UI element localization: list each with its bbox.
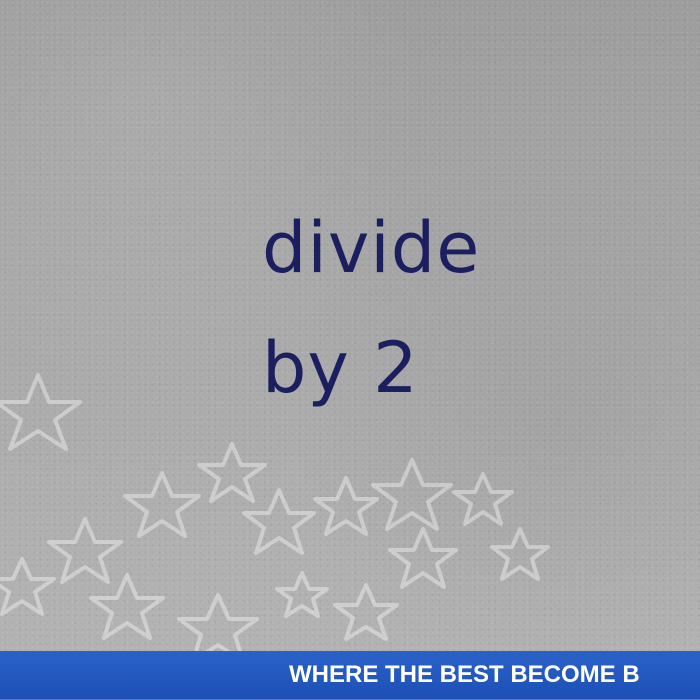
star-icon xyxy=(452,472,514,526)
star-decoration-group xyxy=(0,373,550,655)
footer-banner: WHERE THE BEST BECOME B xyxy=(0,651,700,700)
star-icon xyxy=(333,583,399,641)
star-icon xyxy=(0,557,56,616)
star-icon xyxy=(123,471,201,538)
star-icon xyxy=(313,476,379,536)
star-icon xyxy=(197,442,267,503)
star-icon xyxy=(371,458,453,531)
star-icon xyxy=(490,527,550,581)
slide-line-1: divide xyxy=(262,207,481,289)
star-icon xyxy=(0,373,82,451)
star-icon xyxy=(177,593,259,655)
star-icon xyxy=(47,517,123,584)
star-icon xyxy=(89,573,165,640)
star-icon xyxy=(275,571,329,618)
footer-tagline: WHERE THE BEST BECOME B xyxy=(289,661,640,688)
star-icon xyxy=(388,527,458,589)
